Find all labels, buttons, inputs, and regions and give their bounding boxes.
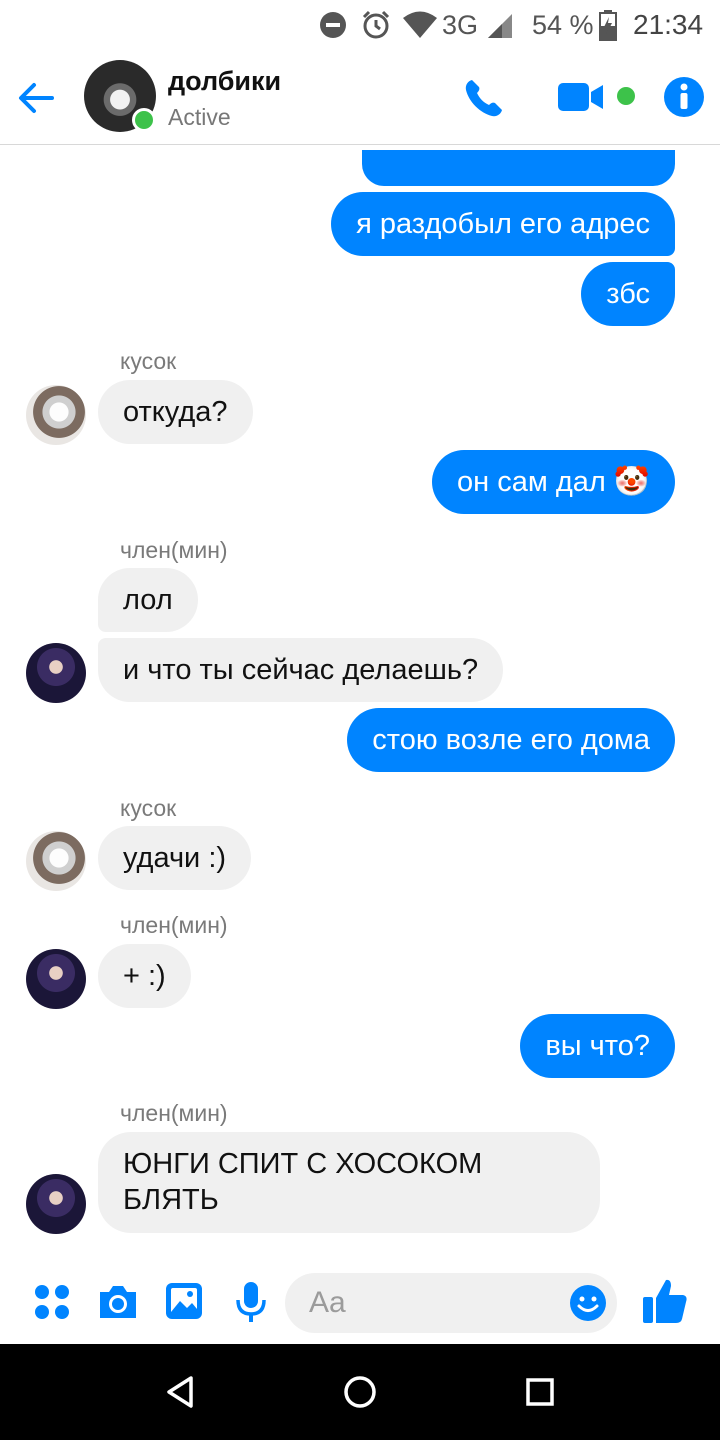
message-text: удачи :) [123,842,227,874]
message-text: он сам дал 🤡 [457,466,650,498]
sender-name: член(мин) [120,537,228,563]
message-bubble[interactable]: и что ты сейчас делаешь? [98,638,504,702]
message-text: вы что? [545,1030,650,1062]
do-not-disturb-icon [318,0,348,50]
active-status: Active [168,104,231,130]
message-bubble[interactable]: вы что? [520,1014,675,1078]
sender-avatar[interactable] [26,385,86,445]
message-bubble[interactable]: он сам дал 🤡 [432,450,675,514]
message-input-placeholder: Aa [309,1286,346,1319]
image-icon[interactable] [164,1281,204,1326]
alarm-icon [360,0,392,50]
camera-icon[interactable] [96,1282,140,1327]
message-bubble[interactable]: стою возле его дома [347,708,675,772]
sender-name: член(мин) [120,1100,228,1126]
message-bubble[interactable]: откуда? [98,380,253,444]
sender-name: кусок [120,348,177,374]
message-text: и что ты сейчас делаешь? [123,654,479,686]
apps-icon[interactable] [34,1284,70,1325]
sender-name: член(мин) [120,912,228,938]
message-bubble[interactable]: лол [98,568,198,632]
system-navigation-bar [0,1344,720,1440]
home-icon[interactable] [336,1368,384,1416]
sender-avatar[interactable] [26,949,86,1009]
message-text: я раздобыл его адрес [356,208,650,240]
battery-icon [598,0,618,50]
back-icon[interactable] [156,1368,204,1416]
message-bubble[interactable]: удачи :) [98,826,252,890]
microphone-icon[interactable] [234,1280,268,1329]
phone-icon[interactable] [462,76,506,125]
message-text: стою возле его дома [372,724,650,756]
message-bubble[interactable] [362,150,675,186]
online-indicator [132,108,156,132]
sender-name: кусок [120,795,177,821]
message-text: + :) [123,960,166,992]
signal-icon [486,0,514,50]
wifi-icon [402,0,438,50]
conversation-title[interactable]: долбики [168,66,281,97]
message-text: откуда? [123,396,228,428]
message-input[interactable]: Aa [285,1273,617,1333]
info-icon[interactable] [663,76,705,123]
message-bubble[interactable]: ЮНГИ СПИТ С ХОСОКОМ БЛЯТЬ [98,1132,600,1233]
conversation-header: долбики Active [0,50,720,145]
message-bubble[interactable]: + :) [98,944,191,1008]
video-online-dot [617,87,635,105]
battery-percent: 54 % [532,9,594,40]
emoji-icon[interactable] [569,1284,607,1327]
sender-avatar[interactable] [26,643,86,703]
network-type: 3G [442,9,479,40]
message-text: збс [606,278,650,310]
sender-avatar[interactable] [26,1174,86,1234]
message-text: лол [123,584,173,616]
video-icon[interactable] [556,80,606,119]
recents-icon[interactable] [516,1368,564,1416]
clock: 21:34 [633,9,704,40]
message-bubble[interactable]: я раздобыл его адрес [331,192,675,256]
message-bubble[interactable]: збс [581,262,675,326]
thumbs-up-icon[interactable] [640,1276,690,1331]
message-text-line: ЮНГИ СПИТ С ХОСОКОМ [123,1148,483,1180]
message-text-line: БЛЯТЬ [123,1184,219,1216]
status-bar: 3G 54 % 21:34 [0,0,720,50]
back-arrow-icon[interactable] [16,78,56,118]
sender-avatar[interactable] [26,831,86,891]
